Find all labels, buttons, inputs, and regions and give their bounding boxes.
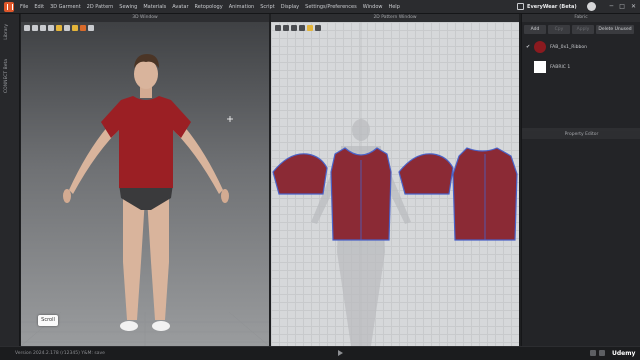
- fabric-name: FAB_0x1_Ribbon: [550, 44, 587, 50]
- fabric-name: FABRIC 1: [550, 64, 571, 70]
- close-icon[interactable]: ✕: [631, 2, 636, 11]
- layout-icon[interactable]: [590, 350, 596, 356]
- app-window: File Edit 3D Garment 2D Pattern Sewing M…: [0, 0, 640, 360]
- fabric-swatch: [534, 61, 546, 73]
- menu-sewing[interactable]: Sewing: [119, 4, 137, 10]
- menu-edit[interactable]: Edit: [34, 4, 44, 10]
- menu-help[interactable]: Help: [388, 4, 399, 10]
- version-label: Version 2024.2.178 (r12345) Y&M: save: [15, 351, 105, 356]
- fabric-list-item[interactable]: ✔ FAB_0x1_Ribbon: [522, 37, 640, 57]
- dock-tab-connect[interactable]: CONNECT Beta: [4, 59, 9, 93]
- menubar-right: EveryWear (Beta) ─ □ ✕: [517, 2, 636, 11]
- menu-display[interactable]: Display: [281, 4, 299, 10]
- 2d-viewport[interactable]: [271, 22, 519, 346]
- fabric-panel-title: Fabric: [522, 14, 640, 22]
- 3d-viewport[interactable]: Scroll: [21, 22, 269, 346]
- menu-file[interactable]: File: [20, 4, 28, 10]
- minimize-icon[interactable]: ─: [610, 2, 614, 11]
- menu-retopology[interactable]: Retopology: [195, 4, 223, 10]
- right-hand: [221, 189, 229, 203]
- menu-materials[interactable]: Materials: [143, 4, 166, 10]
- pattern-sleeve-left[interactable]: [272, 153, 328, 195]
- right-panel: Fabric Add Cpy Apply Delete Unused ✔ FAB…: [521, 14, 640, 346]
- 3d-window: 3D Window Scroll: [21, 14, 269, 346]
- menu-animation[interactable]: Animation: [229, 4, 255, 10]
- left-shoe: [120, 321, 138, 331]
- status-bar: Version 2024.2.178 (r12345) Y&M: save Ud…: [0, 346, 640, 360]
- tshirt-3d: [101, 96, 191, 188]
- pattern-sleeve-right[interactable]: [398, 153, 454, 195]
- menu-2d-pattern[interactable]: 2D Pattern: [87, 4, 114, 10]
- apply-fabric-button[interactable]: Apply: [572, 25, 594, 34]
- fullscreen-icon[interactable]: [599, 350, 605, 356]
- avatar-3d[interactable]: [21, 22, 269, 346]
- menu-window[interactable]: Window: [363, 4, 383, 10]
- status-icons: [590, 350, 608, 356]
- property-editor-title: Property Editor: [522, 131, 640, 139]
- menu-bar: File Edit 3D Garment 2D Pattern Sewing M…: [0, 0, 640, 14]
- 3d-window-title: 3D Window: [21, 14, 269, 22]
- add-fabric-button[interactable]: Add: [524, 25, 546, 34]
- menu-3d-garment[interactable]: 3D Garment: [50, 4, 81, 10]
- menu-avatar[interactable]: Avatar: [172, 4, 188, 10]
- crosshair-cursor-icon: [227, 116, 233, 122]
- user-avatar-icon[interactable]: [586, 2, 596, 11]
- left-dock: Library CONNECT Beta: [0, 14, 20, 346]
- left-leg: [123, 198, 145, 320]
- active-check-icon: ✔: [526, 44, 531, 50]
- floor-grid: [21, 311, 269, 346]
- maximize-icon[interactable]: □: [619, 2, 625, 11]
- menu-script[interactable]: Script: [260, 4, 275, 10]
- fabric-swatch: [534, 41, 546, 53]
- fabric-list-item[interactable]: FABRIC 1: [522, 57, 640, 77]
- fabric-toolbar: Add Cpy Apply Delete Unused: [522, 22, 640, 37]
- udemy-watermark: Udemy: [612, 350, 636, 357]
- dock-tab-library[interactable]: Library: [4, 24, 9, 40]
- app-logo-icon: [4, 1, 14, 12]
- 2d-pattern-window: 2D Pattern Window: [271, 14, 519, 346]
- everywear-label[interactable]: EveryWear (Beta): [527, 4, 577, 10]
- 2d-window-title: 2D Pattern Window: [271, 14, 519, 22]
- left-hand: [63, 189, 71, 203]
- menu-settings[interactable]: Settings/Preferences: [305, 4, 357, 10]
- right-leg: [147, 198, 169, 320]
- delete-unused-button[interactable]: Delete Unused: [596, 25, 634, 34]
- right-shoe: [152, 321, 170, 331]
- copy-fabric-button[interactable]: Cpy: [548, 25, 570, 34]
- pattern-canvas[interactable]: [271, 22, 519, 346]
- everywear-icon[interactable]: [517, 3, 525, 10]
- scroll-hint-badge: Scroll: [38, 315, 58, 326]
- play-icon[interactable]: [338, 350, 343, 356]
